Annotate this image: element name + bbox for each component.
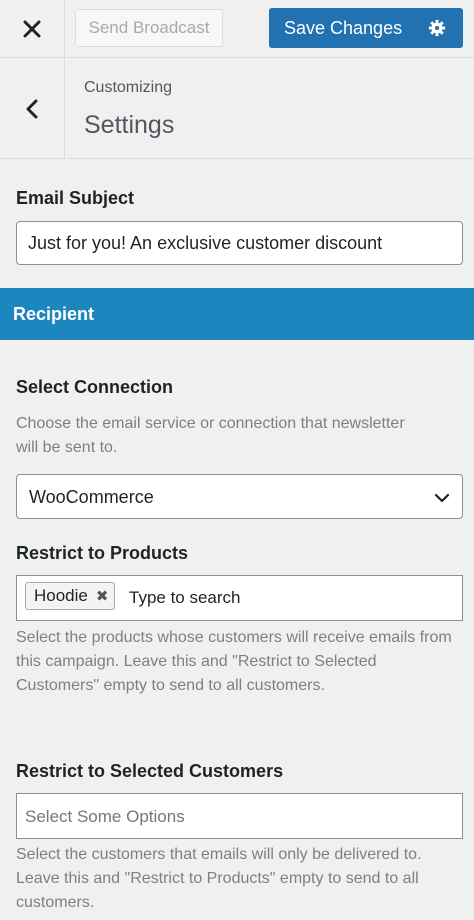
connection-select-value: WooCommerce (29, 487, 154, 507)
product-tag-label: Hoodie (34, 586, 88, 605)
customers-placeholder: Select Some Options (25, 807, 185, 826)
products-search-input[interactable]: Type to search (129, 588, 241, 608)
select-connection-label: Select Connection (16, 377, 174, 397)
connection-select[interactable]: WooCommerce (16, 474, 463, 519)
restrict-customers-description: Select the customers that emails will on… (16, 846, 422, 911)
recipient-section-header[interactable]: Recipient (0, 288, 474, 340)
send-broadcast-button[interactable]: Send Broadcast (75, 9, 223, 47)
email-subject-input[interactable]: Just for you! An exclusive customer disc… (16, 221, 463, 265)
select-connection-description: Choose the email service or connection t… (16, 415, 405, 456)
chevron-down-icon (434, 493, 450, 503)
close-button[interactable] (0, 0, 65, 58)
page-title: Settings (84, 111, 175, 139)
customers-multiselect[interactable]: Select Some Options (16, 793, 463, 839)
restrict-customers-label: Restrict to Selected Customers (16, 761, 284, 781)
save-changes-label: Save Changes (284, 18, 403, 38)
back-button[interactable] (0, 59, 65, 159)
breadcrumb: Customizing (84, 79, 173, 96)
products-tag-input[interactable]: Hoodie ✖ Type to search (16, 575, 463, 621)
chevron-left-icon (26, 99, 38, 119)
customizer-topbar: Send Broadcast Save Changes (0, 0, 474, 58)
restrict-products-label: Restrict to Products (16, 543, 189, 563)
email-subject-label: Email Subject (16, 188, 135, 208)
product-tag: Hoodie ✖ (25, 582, 116, 610)
restrict-products-description: Select the products whose customers will… (16, 629, 452, 694)
gear-icon[interactable] (428, 19, 446, 37)
close-icon (23, 20, 41, 38)
remove-tag-icon[interactable]: ✖ (96, 587, 109, 605)
panel-header: Customizing Settings (0, 59, 474, 159)
save-changes-button[interactable]: Save Changes (269, 8, 463, 48)
